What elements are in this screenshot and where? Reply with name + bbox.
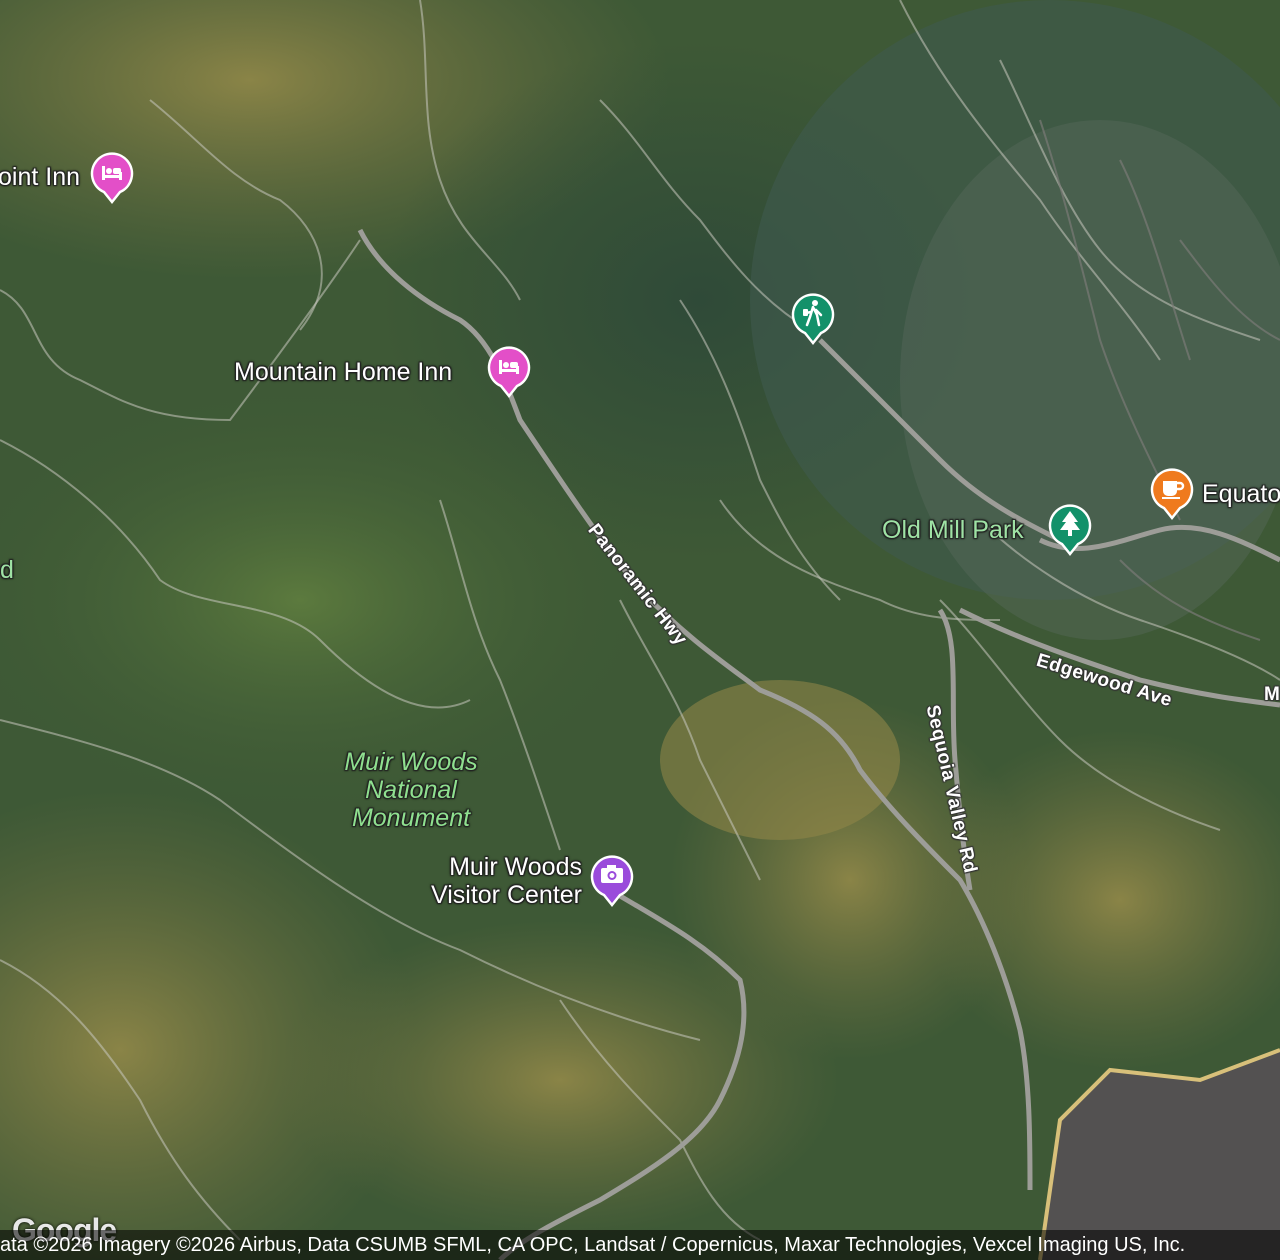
satellite-imagery (0, 0, 1280, 1260)
hiking-pin[interactable] (791, 291, 835, 345)
place-label-equato[interactable]: Equato (1202, 480, 1280, 508)
map-attribution: ata ©2026 Imagery ©2026 Airbus, Data CSU… (0, 1230, 1280, 1260)
visitor-center-pin[interactable] (590, 853, 634, 907)
camera-icon (590, 855, 634, 907)
area-label-muir-woods: Muir Woods National Monument (344, 748, 478, 832)
place-label-mountain-home-inn[interactable]: Mountain Home Inn (234, 358, 452, 386)
park-pin-old-mill-park[interactable] (1048, 502, 1092, 556)
place-label-muir-woods-visitor-center[interactable]: Muir Woods Visitor Center (412, 853, 582, 909)
hotel-pin-mountain-home-inn[interactable] (487, 344, 531, 398)
coffee-icon (1150, 468, 1194, 520)
place-label-old-mill-park[interactable]: Old Mill Park (882, 516, 1024, 544)
cafe-pin-equato[interactable] (1150, 466, 1194, 520)
place-label-oint-inn[interactable]: oint Inn (0, 163, 80, 191)
hotel-pin-oint-inn[interactable] (90, 150, 134, 204)
edge-label-fragment: d (0, 556, 14, 584)
tree-icon (1048, 504, 1092, 556)
attribution-text: ata ©2026 Imagery ©2026 Airbus, Data CSU… (0, 1234, 1186, 1256)
road-label-fragment: M (1264, 684, 1280, 705)
hiker-icon (791, 293, 835, 345)
bed-icon (487, 346, 531, 398)
bed-icon (90, 152, 134, 204)
satellite-map[interactable]: Panoramic Hwy Edgewood Ave Sequoia Valle… (0, 0, 1280, 1260)
